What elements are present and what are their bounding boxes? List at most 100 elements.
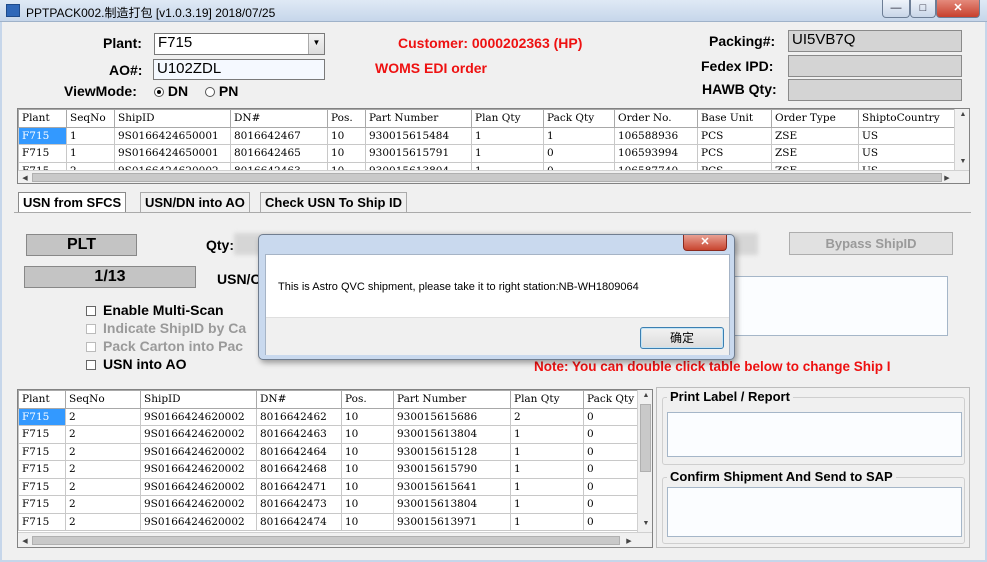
table-cell[interactable]: 930015615128: [393, 442, 511, 461]
table-cell[interactable]: 9S0166424620002: [140, 460, 257, 479]
table-cell[interactable]: 9S0166424620002: [140, 425, 257, 444]
table-cell[interactable]: 930015615484: [365, 126, 472, 145]
table-cell[interactable]: 10: [341, 425, 394, 444]
table-cell[interactable]: 8016642467: [230, 126, 328, 145]
table-cell[interactable]: F715: [18, 460, 66, 479]
table-cell[interactable]: 2: [65, 407, 141, 426]
table-cell[interactable]: 106593994: [614, 144, 698, 163]
top-grid-vscroll[interactable]: ▲ ▼: [954, 109, 969, 170]
checkbox-box[interactable]: [86, 342, 96, 353]
table-cell[interactable]: 1: [510, 425, 584, 444]
table-cell[interactable]: 2: [65, 442, 141, 461]
table-cell[interactable]: 1: [471, 144, 544, 163]
table-cell[interactable]: F715: [18, 126, 67, 145]
column-header[interactable]: Pack Qty: [543, 109, 615, 128]
enable-multi-scan-checkbox[interactable]: Enable Multi-Scan: [86, 302, 224, 318]
table-cell[interactable]: 2: [510, 407, 584, 426]
table-cell[interactable]: 10: [341, 442, 394, 461]
tab-usn-dn-into-ao[interactable]: USN/DN into AO: [140, 192, 250, 212]
viewmode-pn-option[interactable]: PN: [205, 83, 238, 99]
top-grid[interactable]: Plant SeqNo ShipID DN# Pos. Part Number Plan Q…: [17, 108, 970, 184]
table-row[interactable]: F71529S016642462000280166424631093001561…: [18, 425, 652, 444]
viewmode-dn-option[interactable]: DN: [154, 83, 188, 99]
tab-check-usn-to-ship-id[interactable]: Check USN To Ship ID: [260, 192, 407, 212]
table-cell[interactable]: ZSE: [771, 126, 859, 145]
column-header[interactable]: Part Number: [365, 109, 472, 128]
table-cell[interactable]: F715: [18, 425, 66, 444]
table-cell[interactable]: 1: [510, 477, 584, 496]
chevron-down-icon[interactable]: ▼: [308, 34, 324, 54]
table-cell[interactable]: 930015613971: [393, 512, 511, 531]
column-header[interactable]: Plant: [18, 390, 66, 409]
bottom-grid-hscroll[interactable]: ◀ ▶: [18, 532, 652, 547]
column-header[interactable]: SeqNo: [65, 390, 141, 409]
bottom-grid[interactable]: Plant SeqNo ShipID DN# Pos. Part Number Plan Q…: [17, 389, 653, 548]
table-cell[interactable]: PCS: [697, 126, 772, 145]
table-cell[interactable]: 9S0166424650001: [114, 144, 231, 163]
bottom-grid-hscroll-thumb[interactable]: [32, 536, 620, 545]
checkbox-box[interactable]: [86, 324, 96, 335]
column-header[interactable]: Part Number: [393, 390, 511, 409]
table-cell[interactable]: 2: [65, 460, 141, 479]
table-cell[interactable]: 930015615791: [365, 144, 472, 163]
plant-select[interactable]: F715 ▼: [154, 33, 325, 55]
ok-button[interactable]: 确定: [640, 327, 724, 349]
table-cell[interactable]: 10: [341, 512, 394, 531]
table-cell[interactable]: 2: [65, 512, 141, 531]
table-cell[interactable]: 9S0166424620002: [140, 477, 257, 496]
table-cell[interactable]: 8016642474: [256, 512, 342, 531]
column-header[interactable]: DN#: [256, 390, 342, 409]
bottom-grid-vscroll[interactable]: ▲ ▼: [637, 390, 652, 532]
table-cell[interactable]: 106588936: [614, 126, 698, 145]
close-button[interactable]: ✕: [936, 0, 980, 18]
table-cell[interactable]: 1: [510, 442, 584, 461]
table-cell[interactable]: 930015615686: [393, 407, 511, 426]
pack-carton-checkbox[interactable]: Pack Carton into Pac: [86, 338, 243, 354]
table-cell[interactable]: 10: [341, 407, 394, 426]
table-cell[interactable]: 0: [543, 144, 615, 163]
table-cell[interactable]: 10: [327, 144, 366, 163]
table-cell[interactable]: 1: [543, 126, 615, 145]
table-cell[interactable]: 9S0166424620002: [140, 442, 257, 461]
bypass-shipid-button[interactable]: Bypass ShipID: [789, 232, 953, 255]
table-cell[interactable]: PCS: [697, 144, 772, 163]
bottom-grid-vscroll-thumb[interactable]: [640, 404, 651, 472]
table-row[interactable]: F715 2 9S0166424620002 8016642471 10 93001561…: [18, 477, 652, 496]
table-cell[interactable]: 1: [510, 512, 584, 531]
table-cell[interactable]: 930015613804: [393, 425, 511, 444]
table-cell[interactable]: 9S0166424620002: [140, 407, 257, 426]
tab-usn-from-sfcs[interactable]: USN from SFCS: [18, 192, 127, 212]
table-row[interactable]: F715 1 9S0166424650001 8016642467 10 93001561…: [18, 126, 969, 145]
column-header[interactable]: Plan Qty: [510, 390, 584, 409]
table-cell[interactable]: 9S0166424650001: [114, 126, 231, 145]
checkbox-box[interactable]: [86, 360, 96, 371]
table-cell[interactable]: 1: [510, 460, 584, 479]
table-cell[interactable]: 2: [65, 495, 141, 514]
table-cell[interactable]: F715: [18, 144, 67, 163]
table-cell[interactable]: 2: [65, 425, 141, 444]
column-header[interactable]: Plan Qty: [471, 109, 544, 128]
table-cell[interactable]: 8016642471: [256, 477, 342, 496]
table-cell[interactable]: F715: [18, 477, 66, 496]
column-header[interactable]: DN#: [230, 109, 328, 128]
column-header[interactable]: Order Type: [771, 109, 859, 128]
table-cell[interactable]: 930015615641: [393, 477, 511, 496]
confirm-shipment-textarea[interactable]: [667, 487, 962, 537]
table-row[interactable]: F715 2 9S0166424620002 8016642464 10 93001561…: [18, 442, 652, 461]
radio-dn[interactable]: [154, 87, 164, 98]
table-cell[interactable]: 1: [66, 144, 115, 163]
table-cell[interactable]: 1: [471, 126, 544, 145]
print-label-textarea[interactable]: [667, 412, 962, 457]
top-grid-hscroll[interactable]: ◀ ▶: [18, 170, 969, 183]
table-cell[interactable]: 8016642464: [256, 442, 342, 461]
table-cell[interactable]: 10: [327, 126, 366, 145]
checkbox-box[interactable]: [86, 306, 96, 317]
column-header[interactable]: Pos.: [341, 390, 394, 409]
bottom-table[interactable]: Plant SeqNo ShipID DN# Pos. Part Number Plan Q…: [18, 390, 652, 531]
table-cell[interactable]: 8016642463: [256, 425, 342, 444]
table-cell[interactable]: 8016642473: [256, 495, 342, 514]
column-header[interactable]: SeqNo: [66, 109, 115, 128]
table-cell[interactable]: ZSE: [771, 144, 859, 163]
table-cell[interactable]: 10: [341, 460, 394, 479]
table-cell[interactable]: F715: [18, 407, 66, 426]
